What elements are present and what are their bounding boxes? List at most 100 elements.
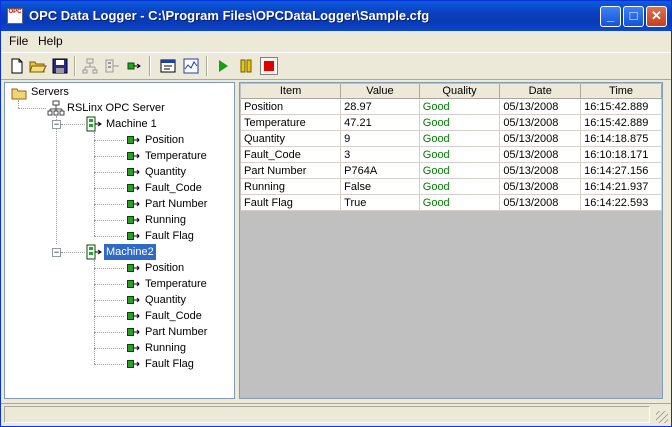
grid-cell-item: Fault_Code bbox=[241, 146, 342, 163]
tree-machine-node[interactable]: Machine2 bbox=[103, 243, 157, 261]
opc-server-icon bbox=[47, 100, 65, 116]
grid-row[interactable]: Quantity 9 Good 05/13/2008 16:14:18.875 bbox=[241, 130, 662, 147]
pause-icon bbox=[240, 59, 252, 73]
properties-button[interactable] bbox=[159, 57, 177, 75]
grid-cell-item: Fault Flag bbox=[241, 194, 342, 211]
tree-tag-node[interactable]: Part Number bbox=[145, 196, 207, 212]
data-grid-pane[interactable]: Item Value Quality Date Time Position 28.97 Go… bbox=[239, 82, 663, 399]
title-bar[interactable]: OPC OPC Data Logger - C:\Program Files\O… bbox=[1, 1, 671, 31]
resize-grip[interactable] bbox=[656, 411, 668, 423]
server-tree-icon bbox=[82, 58, 98, 74]
tree-tag-node[interactable]: Temperature bbox=[145, 148, 207, 164]
save-disk-icon bbox=[52, 58, 68, 74]
grid-cell-item: Temperature bbox=[241, 114, 342, 131]
trend-button[interactable] bbox=[182, 57, 200, 75]
add-group-button[interactable] bbox=[103, 57, 121, 75]
grid-row[interactable]: Position 28.97 Good 05/13/2008 16:15:42.889 bbox=[241, 98, 662, 115]
close-button[interactable]: ✕ bbox=[646, 6, 667, 27]
tree-tag-node[interactable]: Fault Flag bbox=[145, 356, 194, 372]
grid-column-header[interactable]: Date bbox=[499, 84, 582, 99]
new-file-icon bbox=[11, 58, 23, 74]
grid-cell-value: P764A bbox=[340, 162, 420, 179]
data-grid: Item Value Quality Date Time Position 28.97 Go… bbox=[241, 84, 662, 211]
new-file-button[interactable] bbox=[8, 57, 26, 75]
grid-row[interactable]: Running False Good 05/13/2008 16:14:21.937 bbox=[241, 178, 662, 195]
menu-help[interactable]: Help bbox=[38, 34, 63, 48]
tag-icon bbox=[127, 344, 140, 352]
tag-icon bbox=[127, 360, 140, 368]
grid-cell-quality: Good bbox=[419, 146, 501, 163]
tree-tag-node[interactable]: Quantity bbox=[145, 292, 186, 308]
grid-cell-item: Quantity bbox=[241, 130, 342, 147]
stop-logging-button[interactable] bbox=[260, 57, 278, 75]
tree-tag-node[interactable]: Fault_Code bbox=[145, 308, 202, 324]
maximize-button[interactable]: □ bbox=[623, 6, 644, 27]
trend-chart-icon bbox=[183, 58, 199, 74]
menu-file[interactable]: File bbox=[9, 34, 28, 48]
tag-icon bbox=[127, 312, 140, 320]
grid-cell-value: 9 bbox=[340, 130, 420, 147]
tag-icon bbox=[127, 264, 140, 272]
tree-server-rslinx[interactable]: RSLinx OPC Server bbox=[67, 100, 165, 116]
tree-tag-node[interactable]: Quantity bbox=[145, 164, 186, 180]
grid-cell-item: Part Number bbox=[241, 162, 342, 179]
grid-cell-date: 05/13/2008 bbox=[499, 130, 582, 147]
start-logging-button[interactable] bbox=[214, 57, 232, 75]
tree-tag-node[interactable]: Fault_Code bbox=[145, 180, 202, 196]
tag-icon bbox=[127, 168, 140, 176]
grid-column-header[interactable]: Quality bbox=[419, 84, 501, 99]
add-tag-icon bbox=[127, 62, 141, 70]
open-folder-icon bbox=[29, 61, 47, 73]
save-button[interactable] bbox=[51, 57, 69, 75]
pause-logging-button[interactable] bbox=[237, 57, 255, 75]
tag-icon bbox=[127, 200, 140, 208]
grid-cell-time: 16:10:18.171 bbox=[580, 146, 662, 163]
grid-cell-value: True bbox=[340, 194, 420, 211]
stop-icon bbox=[264, 61, 274, 71]
grid-cell-quality: Good bbox=[419, 114, 501, 131]
minimize-button[interactable]: _ bbox=[600, 6, 621, 27]
status-bar bbox=[1, 403, 671, 426]
toolbar-separator bbox=[149, 56, 151, 76]
tree-tag-node[interactable]: Running bbox=[145, 340, 186, 356]
grid-row[interactable]: Fault Flag True Good 05/13/2008 16:14:22.593 bbox=[241, 194, 662, 211]
machine-group-icon bbox=[86, 244, 102, 260]
grid-cell-item: Position bbox=[241, 98, 342, 115]
grid-cell-date: 05/13/2008 bbox=[499, 98, 582, 115]
server-tree[interactable]: Servers RSLinx OPC Server − Machine 1 Positi… bbox=[4, 82, 235, 399]
tag-icon bbox=[127, 296, 140, 304]
grid-row[interactable]: Fault_Code 3 Good 05/13/2008 16:10:18.171 bbox=[241, 146, 662, 163]
grid-cell-quality: Good bbox=[419, 178, 501, 195]
tree-tag-node[interactable]: Fault Flag bbox=[145, 228, 194, 244]
tree-machine-node[interactable]: Machine 1 bbox=[106, 116, 157, 132]
open-file-button[interactable] bbox=[29, 57, 47, 75]
grid-row[interactable]: Part Number P764A Good 05/13/2008 16:14:27.1… bbox=[241, 162, 662, 179]
tree-tag-node[interactable]: Temperature bbox=[145, 276, 207, 292]
collapse-expander[interactable]: − bbox=[52, 120, 61, 129]
tree-tag-node[interactable]: Position bbox=[145, 132, 184, 148]
grid-column-header[interactable]: Value bbox=[340, 84, 420, 99]
add-item-button[interactable] bbox=[125, 57, 143, 75]
tag-icon bbox=[127, 280, 140, 288]
grid-cell-date: 05/13/2008 bbox=[499, 162, 582, 179]
app-icon[interactable]: OPC bbox=[7, 8, 23, 24]
tag-icon bbox=[127, 232, 140, 240]
tree-root-servers[interactable]: Servers bbox=[31, 84, 69, 100]
tree-tag-node[interactable]: Running bbox=[145, 212, 186, 228]
tree-tag-node[interactable]: Part Number bbox=[145, 324, 207, 340]
grid-column-header[interactable]: Item bbox=[241, 84, 342, 99]
grid-cell-value: 47.21 bbox=[340, 114, 420, 131]
grid-cell-time: 16:14:22.593 bbox=[580, 194, 662, 211]
toolbar-separator bbox=[206, 56, 208, 76]
toolbar bbox=[1, 52, 671, 80]
add-server-button[interactable] bbox=[81, 57, 99, 75]
collapse-expander[interactable]: − bbox=[52, 248, 61, 257]
grid-row[interactable]: Temperature 47.21 Good 05/13/2008 16:15:42.8… bbox=[241, 114, 662, 131]
tree-tag-node[interactable]: Position bbox=[145, 260, 184, 276]
window-title: OPC Data Logger - C:\Program Files\OPCDa… bbox=[29, 8, 430, 23]
grid-column-header[interactable]: Time bbox=[580, 84, 662, 99]
grid-cell-quality: Good bbox=[419, 162, 501, 179]
grid-cell-date: 05/13/2008 bbox=[499, 194, 582, 211]
grid-cell-time: 16:14:27.156 bbox=[580, 162, 662, 179]
status-panel bbox=[4, 406, 650, 423]
